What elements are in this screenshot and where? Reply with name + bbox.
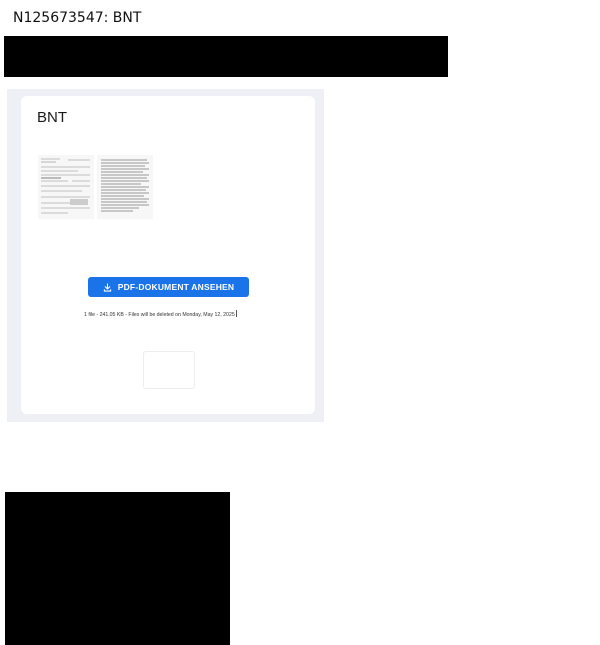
document-page-thumbnail[interactable] bbox=[38, 155, 94, 219]
document-page-thumbnail[interactable] bbox=[97, 155, 153, 219]
view-pdf-button[interactable]: PDF-DOKUMENT ANSEHEN bbox=[88, 277, 249, 297]
document-thumbnails[interactable] bbox=[38, 155, 154, 219]
file-info-label: 1 file - 241.05 KB - Files will be delet… bbox=[84, 312, 235, 318]
empty-placeholder-box bbox=[143, 351, 195, 389]
email-subject: N125673547: BNT bbox=[13, 10, 142, 26]
view-pdf-button-label: PDF-DOKUMENT ANSEHEN bbox=[117, 282, 235, 292]
redacted-block-top bbox=[4, 36, 448, 77]
file-info-text: 1 file - 241.05 KB - Files will be delet… bbox=[84, 310, 284, 318]
download-icon bbox=[103, 282, 112, 292]
text-cursor bbox=[235, 310, 237, 317]
redacted-block-bottom bbox=[5, 492, 230, 645]
attachment-title: BNT bbox=[37, 109, 67, 126]
